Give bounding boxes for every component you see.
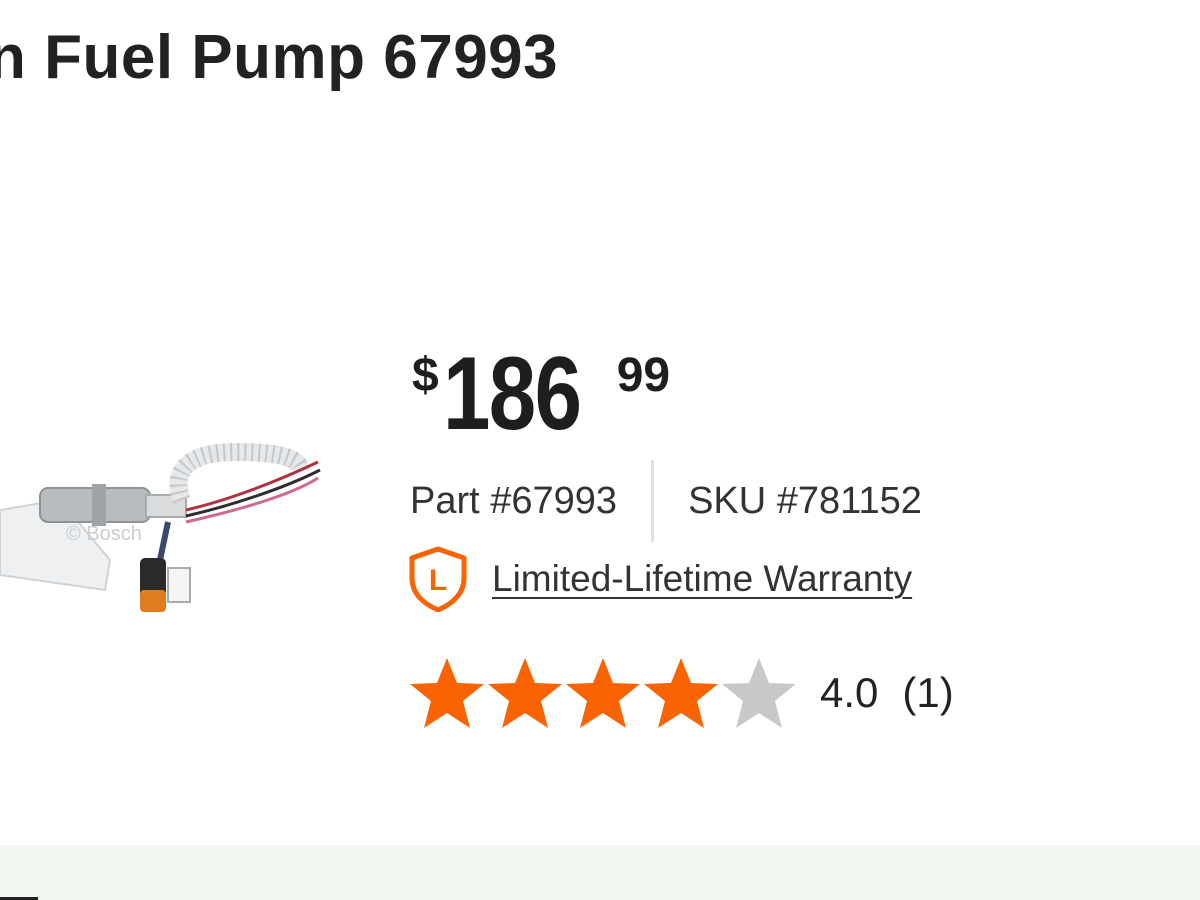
rating[interactable]: 4.0 (1)	[408, 656, 954, 730]
star-filled-icon	[566, 658, 640, 728]
warranty: L Limited-Lifetime Warranty	[408, 546, 912, 612]
price-currency: $	[412, 349, 439, 402]
image-watermark: © Bosch	[66, 523, 142, 545]
bottom-bar	[0, 845, 1200, 900]
identifier-divider	[651, 460, 655, 542]
sku-number: SKU #781152	[688, 479, 922, 522]
product-page: n Fuel Pump 67993 © Bosch $ 186 99 Part …	[0, 0, 1200, 900]
price-cents: 99	[616, 349, 671, 402]
part-number: Part #67993	[410, 479, 618, 522]
warranty-link[interactable]: Limited-Lifetime Warranty	[492, 558, 912, 600]
star-empty-icon	[722, 658, 796, 728]
price-dollars: 186	[442, 336, 582, 452]
product-identifiers: Part #67993 SKU #781152	[410, 460, 922, 542]
product-title: n Fuel Pump 67993	[0, 23, 559, 92]
review-count[interactable]: (1)	[902, 669, 953, 717]
rating-score: 4.0	[820, 669, 879, 716]
star-filled-icon	[644, 658, 718, 728]
star-filled-icon	[488, 658, 562, 728]
product-image[interactable]: © Bosch	[0, 440, 330, 630]
price: $ 186 99	[412, 342, 670, 446]
star-filled-icon	[410, 658, 484, 728]
warranty-shield-icon: L	[409, 546, 467, 612]
rating-stars	[408, 656, 798, 730]
warranty-icon-letter: L	[429, 564, 447, 597]
